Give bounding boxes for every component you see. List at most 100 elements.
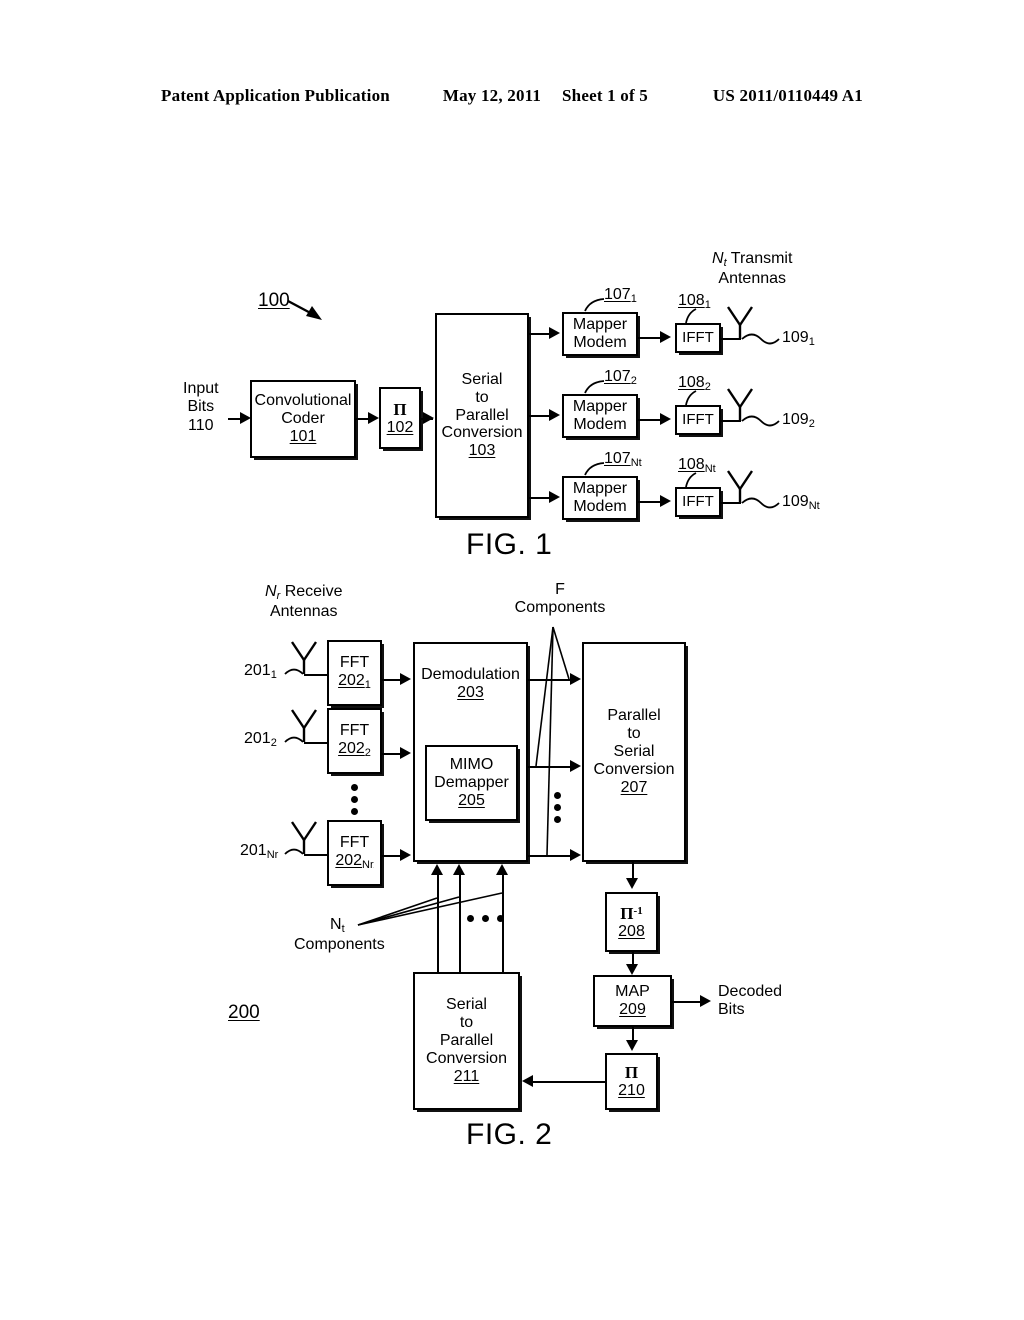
antenna-nt-ref: 109Nt: [782, 493, 820, 512]
serial-to-parallel-block-103: Serial to Parallel Conversion 103: [435, 313, 529, 518]
mappernt-line1: Mapper: [572, 480, 628, 498]
fig2-ntc-sub: t: [341, 923, 345, 935]
fft-block-nr: FFT 202Nr: [327, 820, 382, 886]
fig1-arrow-mapper-nt: [549, 491, 560, 503]
fig1-caption: FIG. 1: [466, 528, 553, 561]
demod-label: Demodulation: [421, 666, 520, 683]
fig2-ntc-line2: Components: [294, 935, 385, 953]
fft-block-2: FFT 2022: [327, 708, 382, 774]
ps-input-vertical-ellipsis: [554, 792, 561, 823]
parallel-to-serial-block-207: Parallel to Serial Conversion 207: [582, 642, 686, 862]
stp103-line1: Serial: [461, 370, 503, 388]
fig2-wire-fft-to-demod-1: [382, 679, 402, 681]
rx-antenna-2-ref: 2012: [244, 730, 277, 749]
ifft-block-nt: IFFT: [675, 487, 721, 517]
fig1-arrow-mapper-1: [549, 327, 560, 339]
fig1-nt-sub: t: [723, 257, 727, 269]
fig2-wire-antenna-to-fft-2: [304, 742, 328, 744]
fig2-wire-demod-to-ps-2: [528, 766, 574, 768]
fig2-arrow-stp211: [522, 1075, 533, 1087]
map-ref: 209: [619, 1001, 646, 1018]
fig2-ntc-prefix: N: [330, 916, 342, 933]
decoded-bits-label: Decoded Bits: [718, 983, 782, 1020]
antenna-2-ref: 1092: [782, 411, 815, 430]
ifftnt-label: IFFT: [682, 492, 714, 510]
fig1-transmit-antennas-label: Nt Transmit Antennas: [712, 250, 792, 288]
fft2-ref: 2022: [338, 740, 371, 760]
ifft-block-1: IFFT: [675, 323, 721, 353]
fig2-feedback-arrow-3: [496, 864, 508, 875]
ifft-2-ref: 1082: [678, 374, 711, 393]
fig2-nr-prefix: N: [265, 583, 277, 600]
mapper-modem-block-2: Mapper Modem: [562, 394, 638, 438]
fig2-arrow-demod-1: [400, 673, 411, 685]
fig2-f-line1: F: [555, 581, 565, 598]
interleaver-symbol: Π: [393, 399, 407, 419]
ps207-line4: Conversion: [593, 760, 675, 778]
fig1-antennas-word: Antennas: [718, 269, 787, 287]
fig1-wire-ifft-to-antenna-nt: [721, 502, 741, 504]
fig2-receive-antennas-label: Nr Receive Antennas: [265, 583, 343, 621]
fig1-arrow-coder-to-interleaver: [368, 412, 379, 424]
fig2-arrow-interleaver-210: [626, 1040, 638, 1051]
ps207-line3: Serial: [613, 743, 655, 761]
fig1-system-ref: 100: [258, 290, 290, 311]
ifft2-label: IFFT: [682, 410, 714, 428]
fig2-f-components-label: F Components: [505, 581, 615, 618]
fig2-feedback-wire-2: [459, 875, 461, 972]
feedback-horizontal-ellipsis: [467, 915, 504, 922]
stp103-line3: Parallel: [455, 406, 509, 424]
stp211-line4: Conversion: [426, 1049, 507, 1067]
stp103-ref: 103: [468, 442, 496, 460]
fig2-antennas-word: Antennas: [269, 602, 338, 620]
rx-antenna-nr-ref: 201Nr: [240, 842, 279, 861]
fft2-label: FFT: [339, 722, 370, 740]
fig2-feedback-wire-1: [437, 875, 439, 972]
decoded-line2: Bits: [718, 1001, 745, 1019]
stp103-line4: Conversion: [441, 424, 523, 442]
fig2-arrow-demod-2: [400, 747, 411, 759]
fig1-input-line1: Input: [183, 380, 219, 397]
fig1-arrow-ifft-1: [660, 331, 671, 343]
interleaver-ref: 102: [386, 418, 414, 436]
stp211-ref: 211: [453, 1067, 480, 1085]
header-patent-number: US 2011/0110449 A1: [712, 86, 863, 105]
fig2-wire-demod-to-ps-1: [528, 679, 574, 681]
page-header: Patent Application Publication May 12, 2…: [0, 86, 1024, 106]
fig2-arrow-ps-3: [570, 849, 581, 861]
mapper-2-ref: 1072: [604, 368, 637, 387]
deinterleaver-block-208: Π-1 208: [605, 892, 658, 952]
mapper-nt-ref: 107Nt: [604, 450, 642, 469]
fig1-input-label: Input Bits 110: [183, 380, 219, 435]
interleaver-210-ref: 210: [618, 1082, 645, 1100]
rx-antenna-1-ref: 2011: [244, 662, 277, 681]
ps207-ref: 207: [620, 778, 648, 796]
header-publication: Patent Application Publication: [161, 86, 390, 105]
fftnr-ref: 202Nr: [335, 852, 374, 872]
map-label: MAP: [615, 983, 650, 1001]
fig2-feedback-wire-3: [502, 875, 504, 972]
fig1-input-line2: Bits: [187, 398, 215, 416]
fig2-wire-antenna-to-fft-1: [304, 674, 328, 676]
mapper-1-ref: 1071: [604, 286, 637, 305]
fft1-label: FFT: [339, 654, 370, 672]
mapper2-line2: Modem: [573, 416, 627, 433]
fft-vertical-ellipsis: [351, 784, 358, 815]
fig2-f-line2: Components: [514, 599, 606, 617]
fig2-wire-fft-to-demod-2: [382, 753, 402, 755]
fig2-wire-interleaver-to-stp211: [533, 1081, 605, 1083]
fig1-transmit-word: Transmit: [730, 250, 793, 267]
fig2-arrow-map: [626, 964, 638, 975]
fig2-wire-antenna-to-fft-nr: [304, 854, 328, 856]
ifft-block-2: IFFT: [675, 405, 721, 435]
mapper-modem-block-nt: Mapper Modem: [562, 476, 638, 520]
mimo-demapper-block-205: MIMO Demapper 205: [425, 745, 518, 821]
ps207-line1: Parallel: [607, 707, 661, 725]
fig2-arrow-demod-nr: [400, 849, 411, 861]
coder-line1: Convolutional: [254, 392, 352, 410]
fig2-feedback-arrow-2: [453, 864, 465, 875]
fig1-wire-ifft-to-antenna-2: [721, 420, 741, 422]
fig1-arrow-ifft-nt: [660, 495, 671, 507]
fftnr-label: FFT: [339, 834, 370, 852]
ifft-nt-ref: 108Nt: [678, 456, 716, 475]
